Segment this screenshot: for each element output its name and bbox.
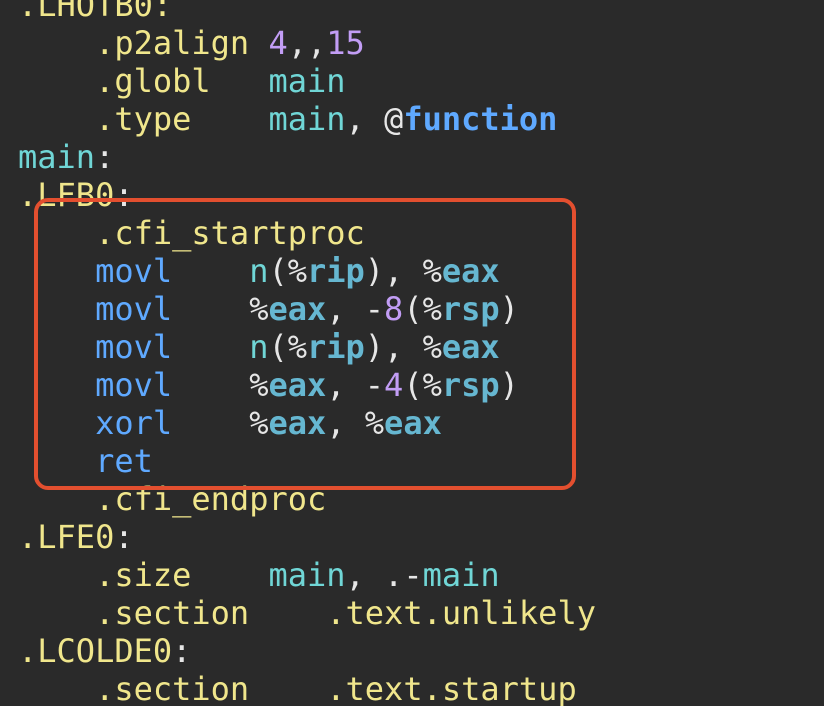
code-pct: % bbox=[288, 252, 307, 290]
code-punc: @ bbox=[384, 100, 403, 138]
code-sym-n: n bbox=[249, 252, 268, 290]
code-dir-globl: .globl bbox=[95, 62, 211, 100]
code-dir-type: .type bbox=[95, 100, 191, 138]
code-kw-function: function bbox=[403, 100, 557, 138]
code-punc: , - bbox=[326, 366, 384, 404]
code-punc: ( bbox=[268, 252, 287, 290]
code-pct: % bbox=[249, 404, 268, 442]
code-punc: ,, bbox=[288, 24, 327, 62]
code-punc: ), bbox=[365, 252, 423, 290]
code-dir-size: .size bbox=[95, 556, 191, 594]
code-label-lfb0: .LFB0 bbox=[18, 176, 114, 214]
code-punc: : bbox=[114, 176, 133, 214]
code-label-lhotb0: .LHOTB0: bbox=[18, 0, 172, 24]
code-reg-rip: rip bbox=[307, 252, 365, 290]
code-pct: % bbox=[423, 290, 442, 328]
code-dir-section: .section bbox=[95, 670, 249, 706]
code-instr-xorl: xorl bbox=[95, 404, 172, 442]
code-sym-main: main bbox=[268, 556, 345, 594]
assembly-code-editor[interactable]: .LHOTB0: .p2align 4,,15 .globl main .typ… bbox=[0, 0, 824, 706]
code-sym-main: main bbox=[268, 100, 345, 138]
code-punc: : bbox=[114, 518, 133, 556]
code-punc: ) bbox=[500, 366, 519, 404]
code-label-lfe0: .LFE0 bbox=[18, 518, 114, 556]
code-num: 4 bbox=[268, 24, 287, 62]
code-reg-eax: eax bbox=[442, 252, 500, 290]
code-num: 4 bbox=[384, 366, 403, 404]
code-punc: , - bbox=[326, 290, 384, 328]
code-punc: , .- bbox=[346, 556, 423, 594]
code-punc: ) bbox=[500, 290, 519, 328]
code-punc: ( bbox=[268, 328, 287, 366]
code-punc: ( bbox=[403, 366, 422, 404]
code-dir-p2align: .p2align bbox=[95, 24, 249, 62]
code-reg-rip: rip bbox=[307, 328, 365, 366]
code-num: 8 bbox=[384, 290, 403, 328]
code-pct: % bbox=[423, 328, 442, 366]
code-instr-movl: movl bbox=[95, 366, 172, 404]
code-reg-eax: eax bbox=[384, 404, 442, 442]
code-reg-eax: eax bbox=[268, 366, 326, 404]
code-dir-cfi-endproc: .cfi_endproc bbox=[95, 480, 326, 518]
code-section-unlikely: .text.unlikely bbox=[326, 594, 596, 632]
code-punc: , bbox=[326, 404, 365, 442]
code-pct: % bbox=[423, 252, 442, 290]
code-pct: % bbox=[365, 404, 384, 442]
assembly-code: .LHOTB0: .p2align 4,,15 .globl main .typ… bbox=[18, 0, 596, 706]
code-punc: , bbox=[346, 100, 385, 138]
code-pct: % bbox=[288, 328, 307, 366]
code-dir-section: .section bbox=[95, 594, 249, 632]
code-punc: : bbox=[95, 138, 114, 176]
code-pct: % bbox=[423, 366, 442, 404]
code-reg-eax: eax bbox=[442, 328, 500, 366]
code-instr-movl: movl bbox=[95, 290, 172, 328]
code-instr-movl: movl bbox=[95, 252, 172, 290]
code-dir-cfi-startproc: .cfi_startproc bbox=[95, 214, 365, 252]
code-instr-movl: movl bbox=[95, 328, 172, 366]
code-label-lcolde0: .LCOLDE0 bbox=[18, 632, 172, 670]
code-reg-rsp: rsp bbox=[442, 290, 500, 328]
code-punc: ( bbox=[403, 290, 422, 328]
code-label-main: main bbox=[18, 138, 95, 176]
code-sym-main: main bbox=[268, 62, 345, 100]
code-sym-main: main bbox=[423, 556, 500, 594]
code-reg-eax: eax bbox=[268, 290, 326, 328]
code-pct: % bbox=[249, 290, 268, 328]
code-num: 15 bbox=[326, 24, 365, 62]
code-sym-n: n bbox=[249, 328, 268, 366]
code-instr-ret: ret bbox=[95, 442, 153, 480]
code-punc: : bbox=[172, 632, 191, 670]
code-punc: ), bbox=[365, 328, 423, 366]
code-pct: % bbox=[249, 366, 268, 404]
code-reg-eax: eax bbox=[268, 404, 326, 442]
code-reg-rsp: rsp bbox=[442, 366, 500, 404]
code-section-startup: .text.startup bbox=[326, 670, 576, 706]
